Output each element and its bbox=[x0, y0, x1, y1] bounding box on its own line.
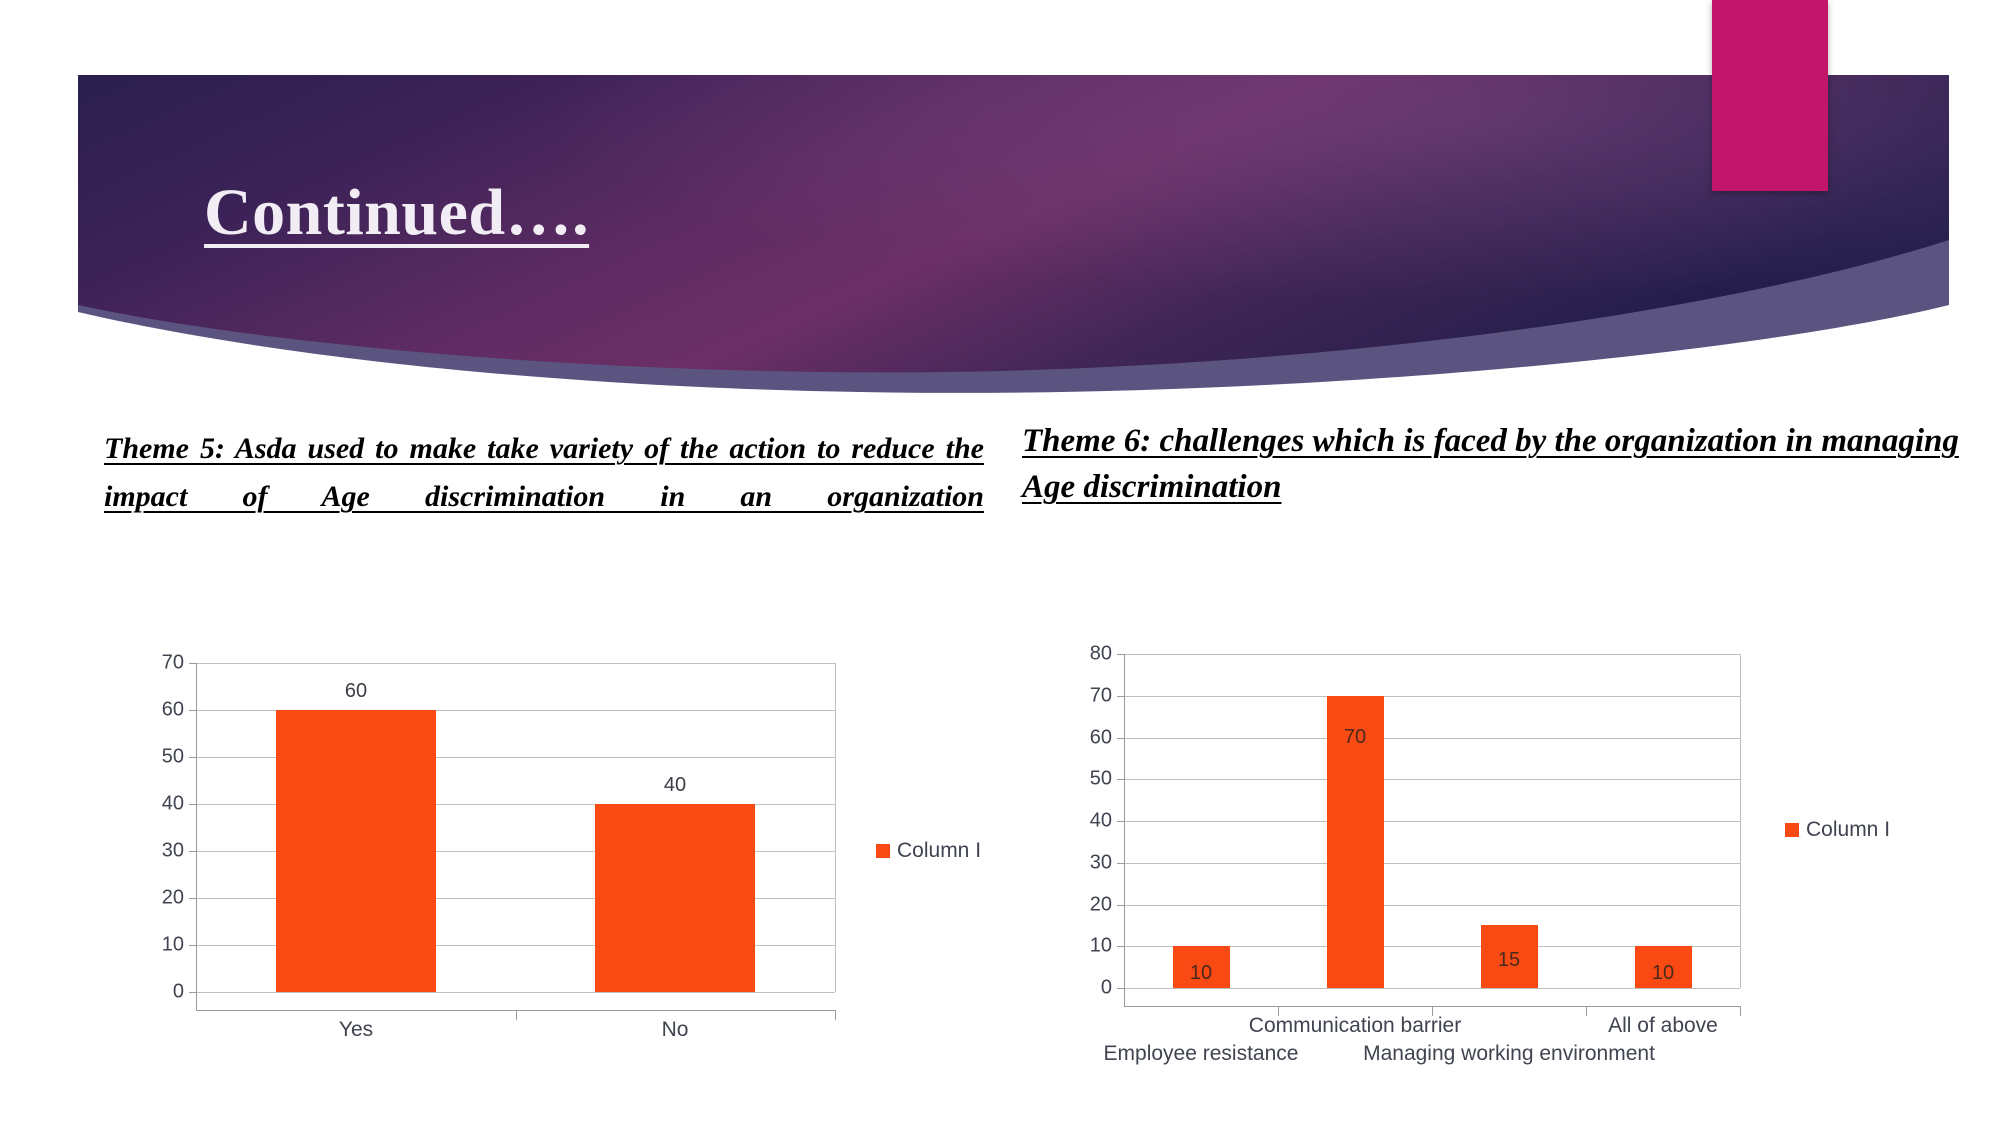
x-axis-category-label: No bbox=[661, 1018, 689, 1041]
gridline bbox=[1124, 821, 1740, 822]
magenta-accent-block bbox=[1712, 0, 1828, 191]
y-axis-tick-mark bbox=[1117, 988, 1124, 989]
right-chart-legend: Column I bbox=[1785, 630, 1890, 1030]
y-axis-line bbox=[1124, 654, 1125, 1006]
y-axis-tick-label: 80 bbox=[1089, 642, 1112, 665]
y-axis-tick-label: 70 bbox=[1089, 684, 1112, 707]
y-axis-tick-label: 0 bbox=[1100, 976, 1112, 999]
bar-value-label: 60 bbox=[344, 680, 368, 702]
gridline bbox=[1124, 696, 1740, 697]
legend-label: Column I bbox=[1806, 818, 1891, 841]
y-axis-tick-label: 70 bbox=[161, 651, 184, 674]
y-axis-tick-label: 30 bbox=[161, 839, 184, 862]
gridline bbox=[1124, 988, 1740, 989]
theme-6-heading: Theme 6: challenges which is faced by th… bbox=[1022, 423, 1959, 505]
theme-5-bar-chart: 70 60 50 40 30 20 10 0 60 40 Yes No Column I bbox=[150, 640, 990, 1060]
y-axis-tick-label: 30 bbox=[1089, 851, 1112, 874]
y-axis-tick-label: 20 bbox=[1089, 893, 1112, 916]
gridline bbox=[196, 663, 835, 664]
y-axis-tick-mark bbox=[189, 804, 196, 805]
x-axis-category-label: Yes bbox=[338, 1018, 374, 1041]
gridline bbox=[1124, 905, 1740, 906]
y-axis-tick-label: 20 bbox=[161, 886, 184, 909]
y-axis-tick-mark bbox=[1117, 863, 1124, 864]
y-axis-tick-mark bbox=[1117, 905, 1124, 906]
x-axis-tick-mark bbox=[835, 1010, 836, 1020]
bar-value-label: 70 bbox=[1343, 726, 1367, 748]
y-axis-tick-mark bbox=[189, 710, 196, 711]
y-axis-tick-mark bbox=[189, 898, 196, 899]
plot-right-edge bbox=[1740, 654, 1741, 988]
page-title: Continued…. bbox=[204, 176, 590, 249]
plot-right-edge bbox=[835, 663, 836, 992]
y-axis-tick-mark bbox=[1117, 946, 1124, 947]
bar-value-label: 40 bbox=[663, 774, 687, 796]
gridline bbox=[1124, 779, 1740, 780]
x-axis-tick-mark bbox=[1586, 1006, 1587, 1016]
y-axis-tick-mark bbox=[189, 663, 196, 664]
x-axis-category-label: All of above bbox=[1608, 1014, 1718, 1037]
y-axis-tick-label: 10 bbox=[161, 933, 184, 956]
legend-swatch-icon bbox=[876, 844, 890, 858]
gridline bbox=[1124, 654, 1740, 655]
theme-5-heading: Theme 5: Asda used to make take variety … bbox=[104, 432, 984, 513]
x-axis-tick-mark bbox=[516, 1010, 517, 1020]
bar bbox=[595, 804, 755, 992]
theme-6-bar-chart: 80 70 60 50 40 30 20 10 0 10 70 15 10 Employee resi… bbox=[1090, 630, 1970, 1066]
y-axis-tick-mark bbox=[189, 851, 196, 852]
y-axis-tick-mark bbox=[189, 945, 196, 946]
x-axis-tick-mark bbox=[1740, 1006, 1741, 1016]
y-axis-tick-label: 40 bbox=[1089, 809, 1112, 832]
y-axis-tick-label: 50 bbox=[1089, 767, 1112, 790]
x-axis-tick-mark bbox=[1432, 1006, 1433, 1016]
legend-label: Column I bbox=[897, 839, 982, 862]
y-axis-tick-label: 50 bbox=[161, 745, 184, 768]
y-axis-line bbox=[196, 663, 197, 1010]
x-axis-category-label: Employee resistance bbox=[1103, 1042, 1299, 1065]
y-axis-tick-label: 0 bbox=[172, 980, 184, 1003]
bar-value-label: 10 bbox=[1651, 962, 1675, 984]
bar-value-label: 15 bbox=[1497, 949, 1521, 971]
y-axis-tick-mark bbox=[1117, 654, 1124, 655]
y-axis-tick-mark bbox=[1117, 821, 1124, 822]
gridline bbox=[196, 992, 835, 993]
y-axis-tick-label: 40 bbox=[161, 792, 184, 815]
y-axis-tick-mark bbox=[1117, 738, 1124, 739]
y-axis-tick-mark bbox=[189, 757, 196, 758]
bar bbox=[276, 710, 436, 992]
gridline bbox=[1124, 738, 1740, 739]
x-axis-category-label: Communication barrier bbox=[1248, 1014, 1462, 1037]
y-axis-tick-label: 60 bbox=[161, 698, 184, 721]
x-axis-category-label: Managing working environment bbox=[1363, 1042, 1655, 1065]
y-axis-tick-mark bbox=[1117, 696, 1124, 697]
y-axis-tick-label: 10 bbox=[1089, 934, 1112, 957]
gridline bbox=[1124, 863, 1740, 864]
y-axis-tick-mark bbox=[1117, 779, 1124, 780]
y-axis-tick-label: 60 bbox=[1089, 726, 1112, 749]
y-axis-tick-mark bbox=[189, 992, 196, 993]
slide-header-banner: Continued…. bbox=[0, 0, 2001, 400]
legend-swatch-icon bbox=[1785, 823, 1799, 837]
bar-value-label: 10 bbox=[1189, 962, 1213, 984]
left-chart-legend: Column I bbox=[876, 641, 981, 1061]
